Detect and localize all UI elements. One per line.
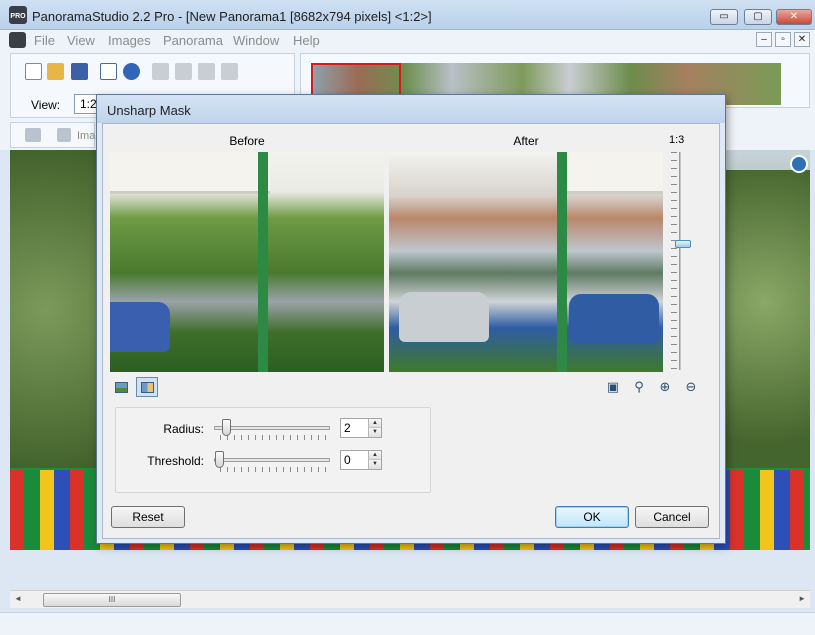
before-roof	[110, 152, 270, 194]
flip-icon[interactable]	[221, 63, 238, 80]
zoom-slider-ticks	[671, 152, 677, 370]
view-label: View:	[31, 98, 61, 112]
radius-input[interactable]	[341, 419, 369, 437]
parameters-group: Radius: ▲ ▼ Threshold: ▲ ▼	[115, 407, 431, 493]
menu-images[interactable]: Images	[108, 33, 151, 48]
stitch-icon[interactable]	[152, 63, 169, 80]
zoom-level-label: 1:3	[669, 134, 685, 146]
canvas-tree-right	[720, 170, 810, 500]
menubar: File View Images Panorama Window Help – …	[0, 30, 815, 50]
threshold-spinbox[interactable]: ▲ ▼	[340, 450, 382, 470]
radius-decrement-button[interactable]: ▼	[368, 428, 381, 437]
mdi-minimize-button[interactable]: –	[756, 32, 772, 47]
before-post	[258, 152, 268, 372]
zoom-out-button[interactable]: ⊖	[681, 377, 701, 397]
split-view-button[interactable]	[136, 377, 158, 397]
fit-view-icon: ▣	[606, 379, 620, 394]
dialog-title: Unsharp Mask	[107, 103, 191, 118]
minimize-button[interactable]: ▭	[710, 9, 738, 25]
rotate-left-icon[interactable]	[175, 63, 192, 80]
before-preview[interactable]	[110, 152, 384, 372]
new-icon[interactable]	[25, 63, 42, 80]
threshold-slider-track[interactable]	[214, 458, 330, 462]
zoom-slider-thumb[interactable]	[675, 240, 691, 248]
app-icon: PRO	[9, 6, 27, 24]
actual-size-button[interactable]: ⚲	[629, 377, 649, 397]
threshold-increment-button[interactable]: ▲	[368, 451, 381, 460]
after-car-silver	[399, 292, 489, 342]
ok-button[interactable]: OK	[555, 506, 629, 528]
before-label: Before	[229, 134, 265, 148]
single-view-button[interactable]	[110, 377, 132, 397]
dialog-body: Before After 1:3 ▣ ⚲ ⊕ ⊖ Radius: 2 ▲ ▼ T…	[102, 123, 720, 539]
navigator-icon[interactable]	[790, 155, 808, 173]
menu-view[interactable]: View	[67, 33, 95, 48]
zoom-in-button[interactable]: ⊕	[655, 377, 675, 397]
radius-slider-ticks	[220, 435, 330, 440]
menu-file[interactable]: File	[34, 33, 55, 48]
window-title: PanoramaStudio 2.2 Pro - [New Panorama1 …	[32, 9, 432, 24]
split-view-icon	[141, 382, 154, 393]
after-label: After	[513, 134, 539, 148]
threshold-decrement-button[interactable]: ▼	[368, 460, 381, 469]
after-roof	[567, 152, 663, 194]
secondary-toolbar: Ima	[10, 122, 95, 148]
folder-icon[interactable]	[25, 128, 41, 142]
maximize-button[interactable]: ▢	[744, 9, 772, 25]
radius-increment-button[interactable]: ▲	[368, 419, 381, 428]
unsharp-mask-dialog: Unsharp Mask Before After 1:3 ▣ ⚲ ⊕ ⊖ Ra…	[96, 94, 726, 544]
mdi-restore-button[interactable]: ▫	[775, 32, 791, 47]
after-car-blue	[569, 294, 659, 344]
reset-button[interactable]: Reset	[111, 506, 185, 528]
scroll-right-icon[interactable]: ►	[798, 594, 806, 603]
scroll-thumb[interactable]: III	[43, 593, 181, 607]
document-icon[interactable]	[9, 32, 26, 48]
images-label: Ima	[77, 130, 96, 142]
after-post	[557, 152, 567, 372]
fit-view-button[interactable]: ▣	[603, 377, 623, 397]
threshold-input[interactable]	[341, 451, 369, 469]
close-button[interactable]: ✕	[776, 9, 812, 25]
threshold-slider-thumb[interactable]	[215, 451, 224, 468]
menu-help[interactable]: Help	[293, 33, 320, 48]
threshold-label: Threshold:	[147, 454, 204, 468]
after-preview[interactable]	[389, 152, 663, 372]
zoom-slider-track[interactable]	[679, 152, 681, 370]
rotate-right-icon[interactable]	[198, 63, 215, 80]
zoom-out-icon: ⊖	[685, 379, 697, 394]
image-icon[interactable]	[57, 128, 71, 142]
cancel-button[interactable]: Cancel	[635, 506, 709, 528]
horizontal-scrollbar[interactable]: ◄ III ►	[10, 590, 810, 608]
radius-slider-thumb[interactable]	[222, 419, 231, 436]
window-titlebar: PRO PanoramaStudio 2.2 Pro - [New Panora…	[0, 0, 815, 30]
help-icon[interactable]	[123, 63, 140, 80]
single-view-icon	[115, 382, 128, 393]
open-icon[interactable]	[47, 63, 64, 80]
save-icon[interactable]	[71, 63, 88, 80]
menu-panorama[interactable]: Panorama	[163, 33, 223, 48]
info-icon[interactable]	[100, 63, 117, 80]
radius-label: Radius:	[163, 422, 204, 436]
before-car	[110, 302, 170, 352]
threshold-slider-ticks	[220, 467, 330, 472]
actual-size-icon: ⚲	[634, 379, 644, 394]
mdi-close-button[interactable]: ✕	[794, 32, 810, 47]
status-bar	[0, 612, 815, 635]
scroll-left-icon[interactable]: ◄	[14, 594, 22, 603]
dialog-titlebar: Unsharp Mask	[97, 95, 725, 123]
radius-slider-track[interactable]	[214, 426, 330, 430]
menu-window[interactable]: Window	[233, 33, 279, 48]
zoom-in-icon: ⊕	[659, 379, 671, 394]
radius-spinbox[interactable]: ▲ ▼	[340, 418, 382, 438]
